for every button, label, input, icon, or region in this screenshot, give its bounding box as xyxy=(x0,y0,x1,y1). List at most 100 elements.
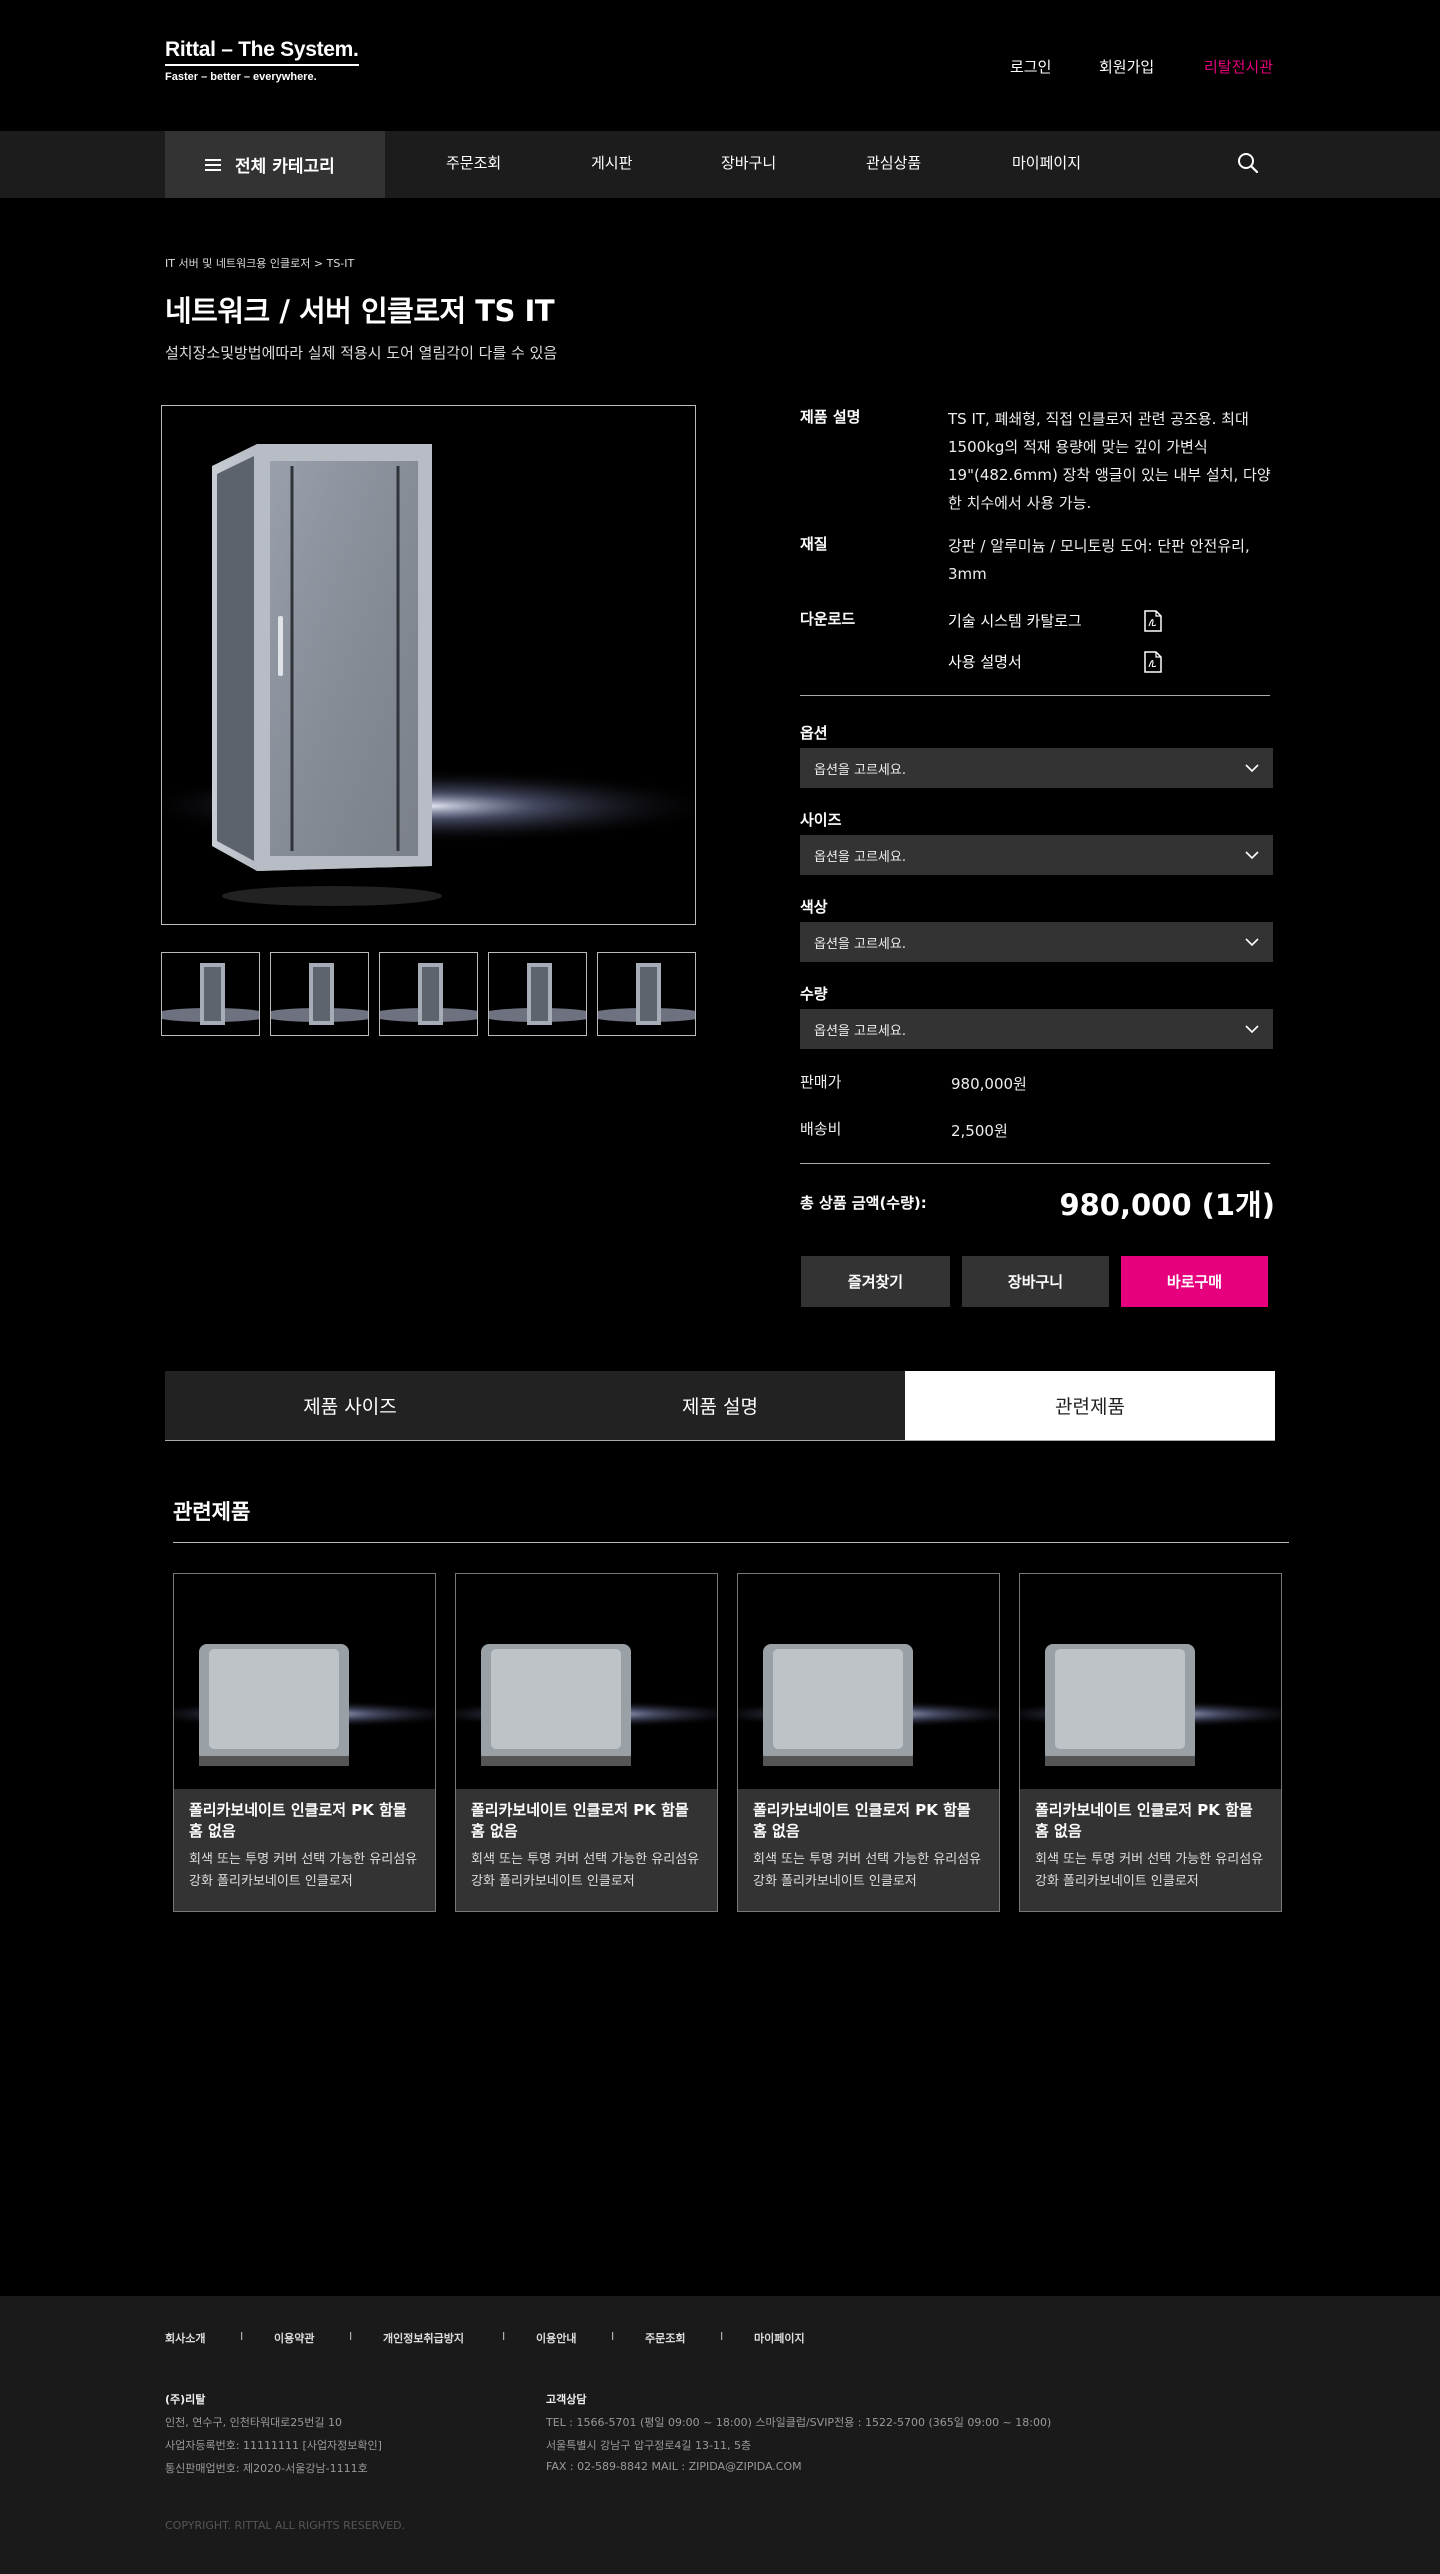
footer-separator: I xyxy=(611,2330,615,2343)
tab-related[interactable]: 관련제품 xyxy=(905,1371,1275,1440)
chevron-down-icon xyxy=(1245,937,1259,946)
related-product-card[interactable]: 폴리카보네이트 인클로저 PK 함몰 홈 없음 회색 또는 투명 커버 선택 가… xyxy=(737,1573,1000,1912)
footer-separator: I xyxy=(720,2330,724,2343)
footer-separator: I xyxy=(240,2330,244,2343)
pk-enclosure-image xyxy=(174,1574,435,1789)
related-product-name: 폴리카보네이트 인클로저 PK 함몰 홈 없음 xyxy=(471,1801,689,1840)
description-line: 19"(482.6mm) 장착 앵글이 있는 내부 설치, 다양 xyxy=(948,466,1271,484)
login-link[interactable]: 로그인 xyxy=(1010,56,1051,77)
footer-link-terms[interactable]: 이용약관 xyxy=(274,2330,314,2346)
related-product-desc: 회색 또는 투명 커버 선택 가능한 유리섬유 강화 폴리카보네이트 인클로저 xyxy=(753,1852,982,1889)
download-catalog-link[interactable]: 기술 시스템 카탈로그 xyxy=(948,610,1082,631)
size-select-value: 옵션을 고르세요. xyxy=(814,849,906,865)
related-title: 관련제품 xyxy=(173,1500,251,1524)
shipping-label: 배송비 xyxy=(800,1120,842,1138)
menu-icon xyxy=(205,158,221,171)
related-product-desc: 회색 또는 투명 커버 선택 가능한 유리섬유 강화 폴리카보네이트 인클로저 xyxy=(1035,1852,1264,1889)
quantity-label: 수량 xyxy=(800,985,828,1003)
related-product-desc: 회색 또는 투명 커버 선택 가능한 유리섬유 강화 폴리카보네이트 인클로저 xyxy=(471,1852,700,1889)
footer-cs-title: 고객상담 xyxy=(546,2393,587,2406)
shipping-value: 2,500원 xyxy=(951,1122,1008,1140)
footer-company-name: (주)리탈 xyxy=(165,2393,206,2406)
detail-tabs: 제품 사이즈 제품 설명 관련제품 xyxy=(165,1371,1275,1441)
quantity-select[interactable]: 옵션을 고르세요. xyxy=(800,1009,1273,1049)
nav-item-wishlist[interactable]: 관심상품 xyxy=(866,152,921,173)
material-line: 강판 / 알루미늄 / 모니토링 도어: 단판 안전유리, xyxy=(948,537,1250,555)
description-line: 한 치수에서 사용 가능. xyxy=(948,494,1092,512)
footer-link-privacy[interactable]: 개인정보취급방지 xyxy=(383,2330,464,2346)
related-product-card[interactable]: 폴리카보네이트 인클로저 PK 함몰 홈 없음 회색 또는 투명 커버 선택 가… xyxy=(455,1573,718,1912)
footer-link-about[interactable]: 회사소개 xyxy=(165,2330,205,2346)
nav-item-orders[interactable]: 주문조회 xyxy=(446,152,501,173)
footer-cs-line: TEL : 1566-5701 (평일 09:00 ~ 18:00) 스마일클럽… xyxy=(546,2416,1052,2429)
product-main-image[interactable] xyxy=(161,405,696,925)
thumbnail-image xyxy=(162,953,259,1035)
cart-button[interactable]: 장바구니 xyxy=(962,1256,1109,1307)
showroom-link[interactable]: 리탈전시관 xyxy=(1204,56,1273,77)
related-product-desc: 회색 또는 투명 커버 선택 가능한 유리섬유 강화 폴리카보네이트 인클로저 xyxy=(189,1852,418,1889)
thumbnail[interactable] xyxy=(270,952,369,1036)
description-line: TS IT, 폐쇄형, 직접 인클로저 관련 공조용. 최대 xyxy=(948,410,1249,428)
footer-company-line: 인천, 연수구, 인천타워대로25번길 10 xyxy=(165,2416,343,2429)
option-select[interactable]: 옵션을 고르세요. xyxy=(800,748,1273,788)
thumbnail[interactable] xyxy=(161,952,260,1036)
material-label: 재질 xyxy=(800,535,828,553)
color-select[interactable]: 옵션을 고르세요. xyxy=(800,922,1273,962)
related-product-name: 폴리카보네이트 인클로저 PK 함몰 홈 없음 xyxy=(1035,1801,1253,1840)
nav-item-board[interactable]: 게시판 xyxy=(591,152,632,173)
footer-company-line: 사업자등록번호: 11111111 [사업자정보확인] xyxy=(165,2439,382,2452)
chevron-down-icon xyxy=(1245,763,1259,772)
copyright: COPYRIGHT. RITTAL ALL RIGHTS RESERVED. xyxy=(165,2519,406,2532)
divider xyxy=(800,1163,1270,1164)
color-label: 색상 xyxy=(800,898,828,916)
related-product-card[interactable]: 폴리카보네이트 인클로저 PK 함몰 홈 없음 회색 또는 투명 커버 선택 가… xyxy=(1019,1573,1282,1912)
nav-item-mypage[interactable]: 마이페이지 xyxy=(1012,152,1081,173)
nav-item-cart[interactable]: 장바구니 xyxy=(721,152,776,173)
thumbnail[interactable] xyxy=(597,952,696,1036)
divider xyxy=(800,695,1270,696)
related-product-image xyxy=(456,1574,717,1789)
search-icon[interactable] xyxy=(1236,151,1260,175)
size-select[interactable]: 옵션을 고르세요. xyxy=(800,835,1273,875)
signup-link[interactable]: 회원가입 xyxy=(1099,56,1154,77)
page-subtitle: 설치장소및방법에따라 실제 적용시 도어 열림각이 다를 수 있음 xyxy=(165,344,558,362)
chevron-down-icon xyxy=(1245,1024,1259,1033)
breadcrumb[interactable]: IT 서버 및 네트워크용 인클로저 > TS-IT xyxy=(165,255,354,271)
sale-price-label: 판매가 xyxy=(800,1073,842,1091)
thumbnail[interactable] xyxy=(379,952,478,1036)
enclosure-image xyxy=(162,406,695,924)
all-categories-label: 전체 카테고리 xyxy=(235,157,335,177)
thumbnail-image xyxy=(380,953,477,1035)
download-label: 다운로드 xyxy=(800,610,856,628)
all-categories-button[interactable]: 전체 카테고리 xyxy=(165,131,385,198)
sale-price-value: 980,000원 xyxy=(951,1075,1027,1093)
buy-now-button[interactable]: 바로구매 xyxy=(1121,1256,1268,1307)
total-label: 총 상품 금액(수량): xyxy=(800,1194,927,1212)
description-line: 1500kg의 적재 용량에 맞는 깊이 가변식 xyxy=(948,438,1208,456)
footer-link-guide[interactable]: 이용안내 xyxy=(536,2330,576,2346)
tab-description[interactable]: 제품 설명 xyxy=(535,1371,905,1440)
pdf-icon[interactable] xyxy=(1144,651,1162,673)
footer-company-line: 통신판매업번호: 제2020-서울강남-1111호 xyxy=(165,2462,368,2475)
option-select-value: 옵션을 고르세요. xyxy=(814,762,906,778)
footer-link-orders[interactable]: 주문조회 xyxy=(645,2330,685,2346)
tab-size[interactable]: 제품 사이즈 xyxy=(165,1371,535,1440)
logo-title[interactable]: Rittal – The System. xyxy=(165,38,359,66)
download-manual-link[interactable]: 사용 설명서 xyxy=(948,651,1022,672)
footer-link-mypage[interactable]: 마이페이지 xyxy=(754,2330,805,2346)
related-product-card[interactable]: 폴리카보네이트 인클로저 PK 함몰 홈 없음 회색 또는 투명 커버 선택 가… xyxy=(173,1573,436,1912)
related-product-image xyxy=(174,1574,435,1789)
footer-separator: I xyxy=(502,2330,506,2343)
wishlist-button[interactable]: 즐겨찾기 xyxy=(801,1256,950,1307)
related-product-name: 폴리카보네이트 인클로저 PK 함몰 홈 없음 xyxy=(753,1801,971,1840)
footer-cs-line: 서울특별시 강남구 압구정로4길 13-11, 5층 xyxy=(546,2439,752,2452)
thumbnail[interactable] xyxy=(488,952,587,1036)
description-label: 제품 설명 xyxy=(800,408,861,426)
color-select-value: 옵션을 고르세요. xyxy=(814,936,906,952)
footer-cs-line: FAX : 02-589-8842 MAIL : ZIPIDA@ZIPIDA.C… xyxy=(546,2460,802,2473)
pdf-icon[interactable] xyxy=(1144,610,1162,632)
pk-enclosure-image xyxy=(738,1574,999,1789)
thumbnail-image xyxy=(489,953,586,1035)
footer-separator: I xyxy=(349,2330,353,2343)
material-line: 3mm xyxy=(948,565,987,583)
